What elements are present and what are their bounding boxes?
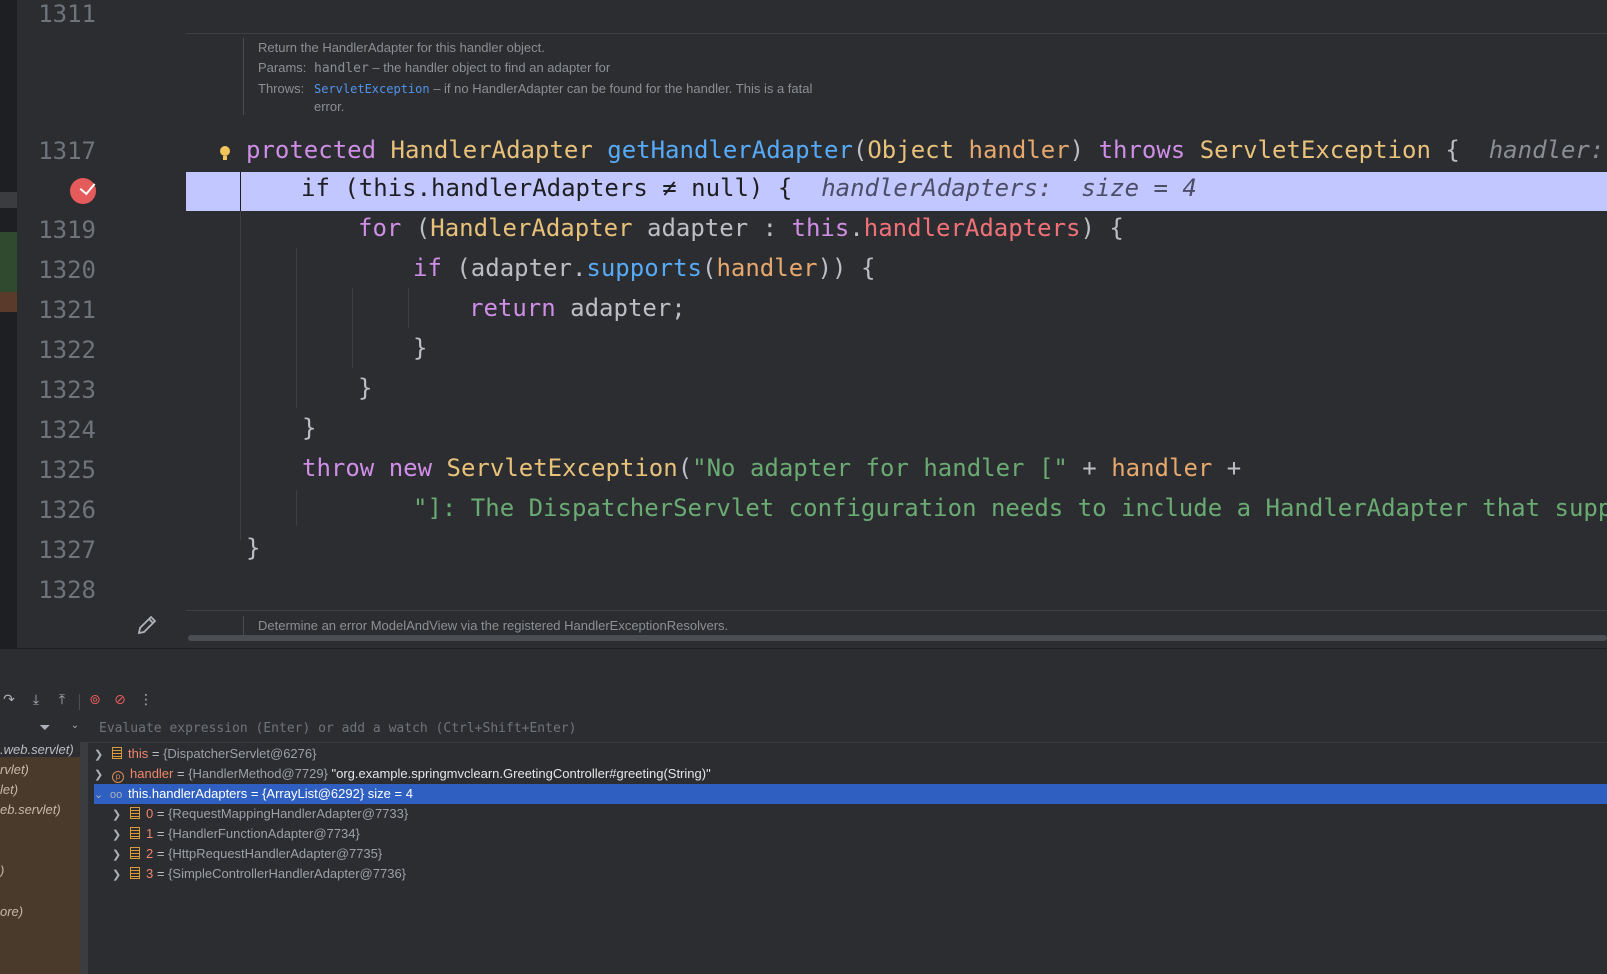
chevron-right-icon[interactable]: ❯ <box>112 805 126 825</box>
edit-pencil-icon[interactable] <box>134 612 160 638</box>
doc-summary: Determine an error ModelAndView via the … <box>258 618 729 633</box>
throws-desc-cont: error. <box>314 99 345 114</box>
panel-splitter[interactable] <box>80 742 88 974</box>
line-number: 1324 <box>38 416 96 444</box>
field-icon <box>130 827 140 839</box>
field-icon <box>130 807 140 819</box>
line-number: 1317 <box>38 137 96 165</box>
throws-label: Throws: <box>258 81 305 96</box>
line-number: 1319 <box>38 216 96 244</box>
code-line-1318: if (this.handlerAdapters ≠ null) { handl… <box>301 174 1197 202</box>
chevron-down-icon[interactable]: ⌄ <box>94 785 108 805</box>
line-number: 1328 <box>38 576 96 604</box>
line-number-gutter[interactable]: 1311 1317 1319 1320 1321 1322 1323 1324 … <box>17 0 186 648</box>
divider <box>186 33 1607 34</box>
code-line-1324: } <box>302 414 317 442</box>
code-line-1323: } <box>358 374 373 402</box>
variables-panel: Evaluate expression (Enter) or add a wat… <box>88 716 1607 974</box>
parameter-icon: p <box>112 771 124 783</box>
inline-value-hint: handlerAdapters: size = 4 <box>821 174 1197 202</box>
view-breakpoints-icon[interactable]: ⊚ <box>86 692 104 710</box>
debugger-toolbar: ↷ ⤓ ⤒ ⊚ ⊘ ⋮ <box>0 688 1607 716</box>
current-execution-line: if (this.handlerAdapters ≠ null) { handl… <box>186 172 1607 211</box>
frame-item[interactable]: eb.servlet) <box>0 802 61 817</box>
frame-item[interactable]: ore) <box>0 904 23 919</box>
param-name: handler <box>314 61 369 76</box>
code-line-1325: throw new ServletException("No adapter f… <box>302 454 1242 482</box>
line-number: 1322 <box>38 336 96 364</box>
more-options-icon[interactable]: ⋮ <box>137 692 155 710</box>
frame-item[interactable]: let) <box>0 782 18 797</box>
javadoc-block: Return the HandlerAdapter for this handl… <box>243 38 812 115</box>
divider <box>186 610 1607 611</box>
debugger-header <box>0 648 1607 689</box>
indent-guide <box>352 288 353 368</box>
variable-row-selected[interactable]: ⌄ oo this.handlerAdapters = {ArrayList@629… <box>94 784 1607 804</box>
inline-value-hint: handler: "o <box>1488 136 1605 164</box>
evaluate-expression-field[interactable]: Evaluate expression (Enter) or add a wat… <box>88 716 1607 743</box>
chevron-right-icon[interactable]: ❯ <box>112 825 126 845</box>
eval-placeholder: Evaluate expression (Enter) or add a wat… <box>99 721 577 736</box>
field-icon <box>112 747 122 759</box>
code-line-1321: return adapter; <box>469 294 686 322</box>
line-number: 1325 <box>38 456 96 484</box>
throws-link[interactable]: ServletException <box>314 82 430 96</box>
horizontal-scrollbar[interactable] <box>188 635 1607 641</box>
variable-row[interactable]: ❯ 1 = {HandlerFunctionAdapter@7734} <box>94 824 1607 844</box>
frames-list[interactable]: .web.servlet) rvlet) let) eb.servlet) ) … <box>0 742 80 974</box>
frames-header: ⏷ ⌄ <box>0 716 88 742</box>
field-icon <box>130 847 140 859</box>
line-number: 1320 <box>38 256 96 284</box>
breakpoint-icon[interactable] <box>70 178 96 204</box>
line-number: 1323 <box>38 376 96 404</box>
variable-row[interactable]: ❯ p handler = {HandlerMethod@7729} "org.ex… <box>94 764 1607 784</box>
line-number: 1326 <box>38 496 96 524</box>
code-line-1327: } <box>246 534 261 562</box>
frame-item[interactable]: ) <box>0 863 4 878</box>
chevron-right-icon[interactable]: ❯ <box>112 845 126 865</box>
code-line-1322: } <box>413 334 428 362</box>
toolbar-divider <box>79 694 80 710</box>
variable-row[interactable]: ❯ this = {DispatcherServlet@6276} <box>94 744 1607 764</box>
variable-row[interactable]: ❯ 2 = {HttpRequestHandlerAdapter@7735} <box>94 844 1607 864</box>
step-into-icon[interactable]: ⤓ <box>27 692 45 710</box>
line-number: 1327 <box>38 536 96 564</box>
params-label: Params: <box>258 60 307 75</box>
watch-icon: oo <box>110 789 123 801</box>
frame-item[interactable]: .web.servlet) <box>0 742 80 757</box>
variable-row[interactable]: ❯ 0 = {RequestMappingHandlerAdapter@7733} <box>94 804 1607 824</box>
variable-row[interactable]: ❯ 3 = {SimpleControllerHandlerAdapter@773… <box>94 864 1607 884</box>
exec-line-guide <box>240 172 241 211</box>
field-icon <box>130 867 140 879</box>
indent-guide <box>296 248 297 408</box>
line-number: 1321 <box>38 296 96 324</box>
chevron-right-icon[interactable]: ❯ <box>94 765 108 785</box>
code-line-1320: if (adapter.supports(handler)) { <box>413 254 876 282</box>
indent-guide <box>240 210 241 540</box>
chevron-right-icon[interactable]: ❯ <box>112 865 126 885</box>
mute-breakpoints-icon[interactable]: ⊘ <box>111 692 129 710</box>
lightbulb-icon[interactable] <box>220 146 230 160</box>
line-number: 1311 <box>38 0 96 28</box>
frame-item[interactable]: rvlet) <box>0 762 29 777</box>
indent-guide <box>296 490 297 526</box>
code-line-1319: for (HandlerAdapter adapter : this.handl… <box>358 214 1124 242</box>
throws-desc: – if no HandlerAdapter can be found for … <box>429 81 813 96</box>
left-edge-strip <box>0 0 17 648</box>
code-line-1326: "]: The DispatcherServlet configuration … <box>413 494 1607 522</box>
indent-guide <box>408 288 409 328</box>
chevron-right-icon[interactable]: ❯ <box>94 745 108 765</box>
filter-icon[interactable]: ⏷ <box>36 720 54 738</box>
step-out-icon[interactable]: ⤒ <box>53 692 71 710</box>
param-desc: – the handler object to find an adapter … <box>368 60 611 75</box>
doc-summary: Return the HandlerAdapter for this handl… <box>258 40 545 55</box>
code-line-1317: protected HandlerAdapter getHandlerAdapt… <box>246 136 1607 164</box>
chevron-down-icon[interactable]: ⌄ <box>66 720 84 738</box>
step-over-icon[interactable]: ↷ <box>0 692 18 710</box>
